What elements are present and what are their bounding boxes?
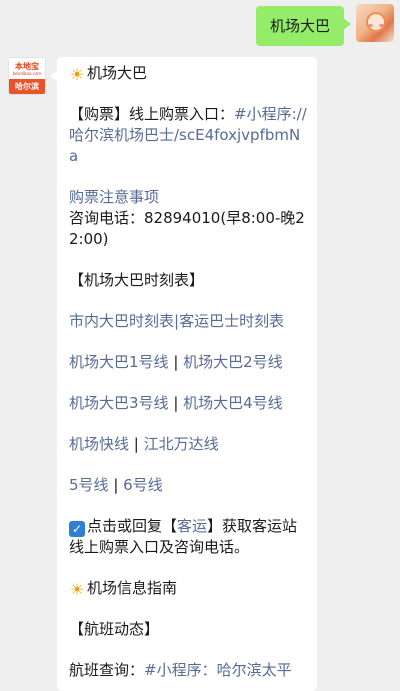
schedule-heading: 【机场大巴时刻表】 [69,271,205,289]
reply-hint: ✓ 点击或回复【客运】获取客运站线上购票入口及咨询电话。 [69,517,298,556]
sun-icon: ☀ [69,65,85,84]
schedule-links: 市内大巴时刻表|客运巴士时刻表 [69,312,285,330]
outgoing-message-bubble[interactable]: 机场大巴 [255,6,352,46]
keyword-coach-link[interactable]: 客运 [177,517,207,535]
bus-line-2-link[interactable]: 机场大巴2号线 [183,353,283,371]
bus-line-4-link[interactable]: 机场大巴4号线 [183,394,283,412]
line-6-link[interactable]: 6号线 [123,476,163,494]
bus-lines-row-3: 机场快线 | 江北万达线 [69,435,219,453]
user-avatar[interactable] [356,4,394,42]
bus-line-3-link[interactable]: 机场大巴3号线 [69,394,169,412]
bendibao-avatar[interactable]: 本地宝 bendibao.com 哈尔滨 [8,57,46,95]
ticket-notes-paragraph: 购票注意事项 咨询电话：82894010(早8:00-晚22:00) [69,187,307,250]
bus-lines-row-2: 机场大巴3号线 | 机场大巴4号线 [69,394,283,412]
title-airport-bus: ☀ 机场大巴 [69,64,148,84]
sun-icon: ☀ [69,580,85,599]
incoming-message-row: 本地宝 bendibao.com 哈尔滨 ☀ 机场大巴 【购票】线上购票入口：#小… [8,57,317,691]
title-airport-info: ☀ 机场信息指南 [69,579,178,599]
incoming-message-bubble: ☀ 机场大巴 【购票】线上购票入口：#小程序://哈尔滨机场巴士/scE4foxj… [50,57,317,691]
consult-phone: 咨询电话：82894010(早8:00-晚22:00) [69,209,305,248]
outgoing-message-text: 机场大巴 [269,17,330,35]
avatar-logo: 本地宝 bendibao.com [9,58,45,79]
jiangbei-wanda-line-link[interactable]: 江北万达线 [144,435,219,453]
coach-bus-schedule-link[interactable]: 客运巴士时刻表 [179,312,284,330]
line-5-link[interactable]: 5号线 [69,476,109,494]
ticket-notes-link[interactable]: 购票注意事项 [69,188,159,206]
bus-lines-row-4: 5号线 | 6号线 [69,476,163,494]
flight-query-miniprogram-link[interactable]: #小程序：哈尔滨太平 [144,661,292,679]
flight-query-line: 航班查询：#小程序：哈尔滨太平 [69,661,292,679]
avatar-city-label: 哈尔滨 [9,79,45,94]
outgoing-message-row: 机场大巴 [0,4,394,46]
checkbox-icon: ✓ [69,521,85,537]
airport-express-link[interactable]: 机场快线 [69,435,129,453]
ticket-line: 【购票】线上购票入口：#小程序://哈尔滨机场巴士/scE4foxjvpfbmN… [69,105,307,165]
bus-line-1-link[interactable]: 机场大巴1号线 [69,353,169,371]
city-bus-schedule-link[interactable]: 市内大巴时刻表 [69,312,174,330]
avatar-face [366,12,386,32]
flight-status-heading: 【航班动态】 [69,620,160,638]
bus-lines-row-1: 机场大巴1号线 | 机场大巴2号线 [69,353,283,371]
